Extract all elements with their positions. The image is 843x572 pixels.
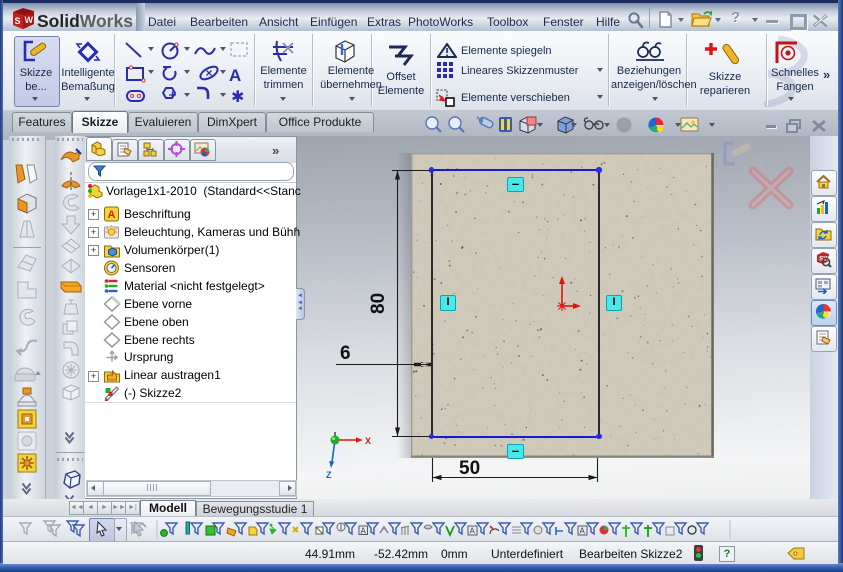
- svg-text:A: A: [361, 527, 367, 536]
- svg-text:A: A: [108, 209, 116, 221]
- svg-text:Z: Z: [326, 470, 332, 480]
- svg-text:A: A: [229, 66, 241, 85]
- svg-text:A: A: [580, 527, 586, 536]
- svg-text:A: A: [470, 527, 476, 536]
- svg-text:✱: ✱: [231, 89, 244, 104]
- svg-text:X: X: [365, 436, 371, 446]
